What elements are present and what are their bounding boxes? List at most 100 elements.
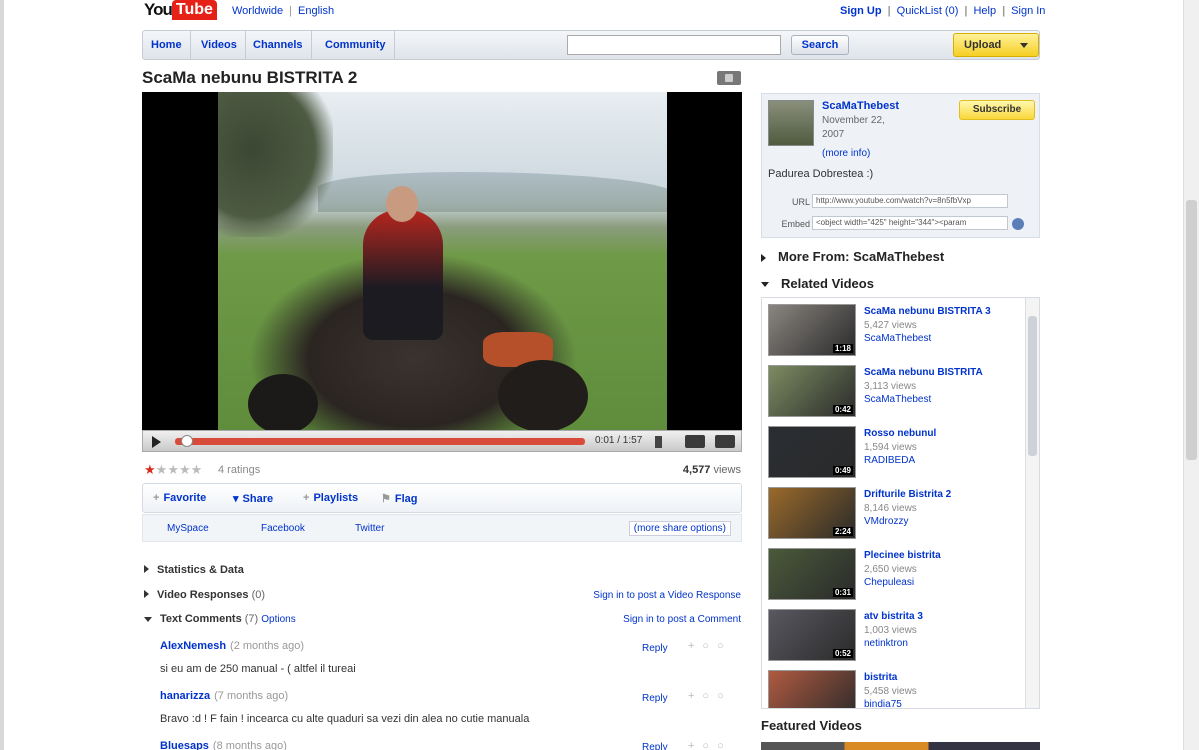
related-video-item[interactable]: 0:42 ScaMa nebunu BISTRITA 3,113 views ScaM…	[768, 365, 1018, 421]
related-video-user[interactable]: bindia75	[864, 699, 902, 708]
related-video-thumbnail[interactable]: 0:42	[768, 365, 856, 417]
post-response-link[interactable]: Sign in to post a Video Response	[593, 590, 741, 601]
search-input[interactable]	[567, 35, 781, 55]
related-video-title[interactable]: Plecinee bistrita	[864, 550, 941, 561]
related-scrollbar-thumb[interactable]	[1028, 316, 1037, 456]
embed-field[interactable]: <object width="425" height="344"><param	[812, 216, 1008, 230]
share-twitter[interactable]: Twitter	[355, 523, 384, 534]
related-video-item[interactable]: 2:17 bistrita 5,458 views bindia75	[768, 670, 1018, 708]
reply-link[interactable]: Reply	[642, 643, 668, 654]
share-facebook[interactable]: Facebook	[261, 523, 305, 534]
comment-user[interactable]: hanarizza (7 months ago)	[160, 690, 288, 702]
page-scrollbar[interactable]	[1183, 0, 1199, 750]
volume-icon[interactable]	[655, 436, 673, 448]
star-icon[interactable]: ★	[179, 462, 191, 477]
quicklist-link[interactable]: QuickList (0)	[897, 5, 959, 17]
subscribe-button[interactable]: Subscribe	[959, 100, 1035, 120]
more-share-options[interactable]: (more share options)	[628, 521, 731, 536]
related-video-title[interactable]: atv bistrita 3	[864, 611, 923, 622]
related-video-title[interactable]: Drifturile Bistrita 2	[864, 489, 951, 500]
related-video-views: 1,594 views	[864, 442, 917, 453]
share-myspace[interactable]: MySpace	[167, 523, 209, 534]
related-video-title[interactable]: Rosso nebunul	[864, 428, 936, 439]
tab-community[interactable]: Community	[317, 31, 395, 59]
share-button[interactable]: ▾ Share	[233, 492, 273, 505]
related-video-item[interactable]: 0:49 Rosso nebunul 1,594 views RADIBEDA	[768, 426, 1018, 482]
fullscreen-icon[interactable]	[715, 435, 735, 448]
favorite-button[interactable]: + Favorite	[153, 492, 206, 504]
related-video-user[interactable]: VMdrozzy	[864, 516, 908, 527]
comment-vote-icons[interactable]: +○○	[688, 640, 732, 652]
more-info-link[interactable]: (more info)	[822, 148, 870, 159]
upload-button[interactable]: Upload	[953, 33, 1039, 57]
reply-link[interactable]: Reply	[642, 742, 668, 750]
language-link[interactable]: English	[298, 5, 334, 17]
related-video-user[interactable]: ScaMaThebest	[864, 394, 931, 405]
comment-user[interactable]: AlexNemesh (2 months ago)	[160, 640, 304, 652]
star-icon[interactable]: ★	[156, 462, 168, 477]
related-video-title[interactable]: ScaMa nebunu BISTRITA 3	[864, 306, 991, 317]
hd-icon[interactable]	[717, 71, 741, 85]
video-player[interactable]	[142, 92, 742, 430]
comment-options-link[interactable]: Options	[261, 614, 295, 625]
star-rating[interactable]: ★★★★★	[144, 462, 202, 478]
post-comment-link[interactable]: Sign in to post a Comment	[623, 614, 741, 625]
ratings-count: 4 ratings	[218, 464, 261, 476]
channel-box: ScaMaThebest November 22, 2007 Subscribe …	[761, 93, 1040, 238]
video-responses-section[interactable]: Video Responses (0)	[144, 589, 265, 601]
related-video-user[interactable]: RADIBEDA	[864, 455, 915, 466]
related-video-thumbnail[interactable]: 1:18	[768, 304, 856, 356]
sign-up-link[interactable]: Sign Up	[840, 5, 882, 17]
more-from-heading[interactable]: More From: ScaMaThebest	[761, 249, 944, 264]
reply-link[interactable]: Reply	[642, 693, 668, 704]
channel-name[interactable]: ScaMaThebest	[822, 100, 899, 112]
related-video-thumbnail[interactable]: 0:49	[768, 426, 856, 478]
star-icon[interactable]: ★	[191, 462, 203, 477]
related-video-thumbnail[interactable]: 0:31	[768, 548, 856, 600]
tab-channels[interactable]: Channels	[245, 31, 312, 59]
page-scrollbar-thumb[interactable]	[1186, 200, 1197, 460]
related-video-item[interactable]: 0:52 atv bistrita 3 1,003 views netinktron	[768, 609, 1018, 665]
url-field[interactable]: http://www.youtube.com/watch?v=8n5fbVxp	[812, 194, 1008, 208]
comment-vote-icons[interactable]: +○○	[688, 690, 732, 702]
help-link[interactable]: Help	[973, 5, 996, 17]
mountain-shape	[318, 172, 667, 212]
progress-track[interactable]	[175, 438, 585, 445]
related-video-user[interactable]: netinktron	[864, 638, 908, 649]
progress-knob[interactable]	[181, 435, 193, 447]
related-video-item[interactable]: 1:18 ScaMa nebunu BISTRITA 3 5,427 views Sc…	[768, 304, 1018, 360]
youtube-logo[interactable]: You Tube	[144, 0, 217, 20]
flag-button[interactable]: ⚑ Flag	[381, 492, 418, 505]
play-icon[interactable]	[152, 436, 161, 448]
related-video-user[interactable]: Chepuleasi	[864, 577, 914, 588]
related-video-user[interactable]: ScaMaThebest	[864, 333, 931, 344]
text-comments-section[interactable]: Text Comments (7) Options	[144, 613, 296, 625]
related-video-thumbnail[interactable]: 2:24	[768, 487, 856, 539]
time-display: 0:01 / 1:57	[595, 435, 643, 446]
related-video-item[interactable]: 0:31 Plecinee bistrita 2,650 views Chepulea…	[768, 548, 1018, 604]
tab-home[interactable]: Home	[143, 31, 191, 59]
search-button[interactable]: Search	[791, 35, 849, 55]
related-video-title[interactable]: ScaMa nebunu BISTRITA	[864, 367, 983, 378]
star-icon[interactable]: ★	[167, 462, 179, 477]
star-icon[interactable]: ★	[144, 462, 156, 477]
playlists-button[interactable]: + Playlists	[303, 492, 358, 504]
sign-in-link[interactable]: Sign In	[1011, 5, 1045, 17]
tab-videos[interactable]: Videos	[193, 31, 246, 59]
related-video-thumbnail[interactable]: 2:17	[768, 670, 856, 708]
comment-vote-icons[interactable]: +○○	[688, 740, 732, 750]
related-videos-list: 1:18 ScaMa nebunu BISTRITA 3 5,427 views Sc…	[761, 297, 1040, 709]
related-videos-heading[interactable]: Related Videos	[761, 276, 874, 291]
related-video-title[interactable]: bistrita	[864, 672, 897, 683]
related-video-views: 5,427 views	[864, 320, 917, 331]
gear-icon[interactable]	[1012, 218, 1024, 230]
related-video-thumbnail[interactable]: 0:52	[768, 609, 856, 661]
comment-user[interactable]: Bluesaps (8 months ago)	[160, 740, 287, 750]
channel-avatar[interactable]	[768, 100, 814, 146]
region-link[interactable]: Worldwide	[232, 5, 283, 17]
statistics-section[interactable]: Statistics & Data	[144, 564, 244, 576]
watch-in-hd-icon[interactable]	[685, 435, 705, 448]
related-video-item[interactable]: 2:24 Drifturile Bistrita 2 8,146 views VMdr…	[768, 487, 1018, 543]
featured-thumbnails[interactable]	[761, 742, 1040, 750]
related-scrollbar[interactable]	[1025, 298, 1039, 708]
